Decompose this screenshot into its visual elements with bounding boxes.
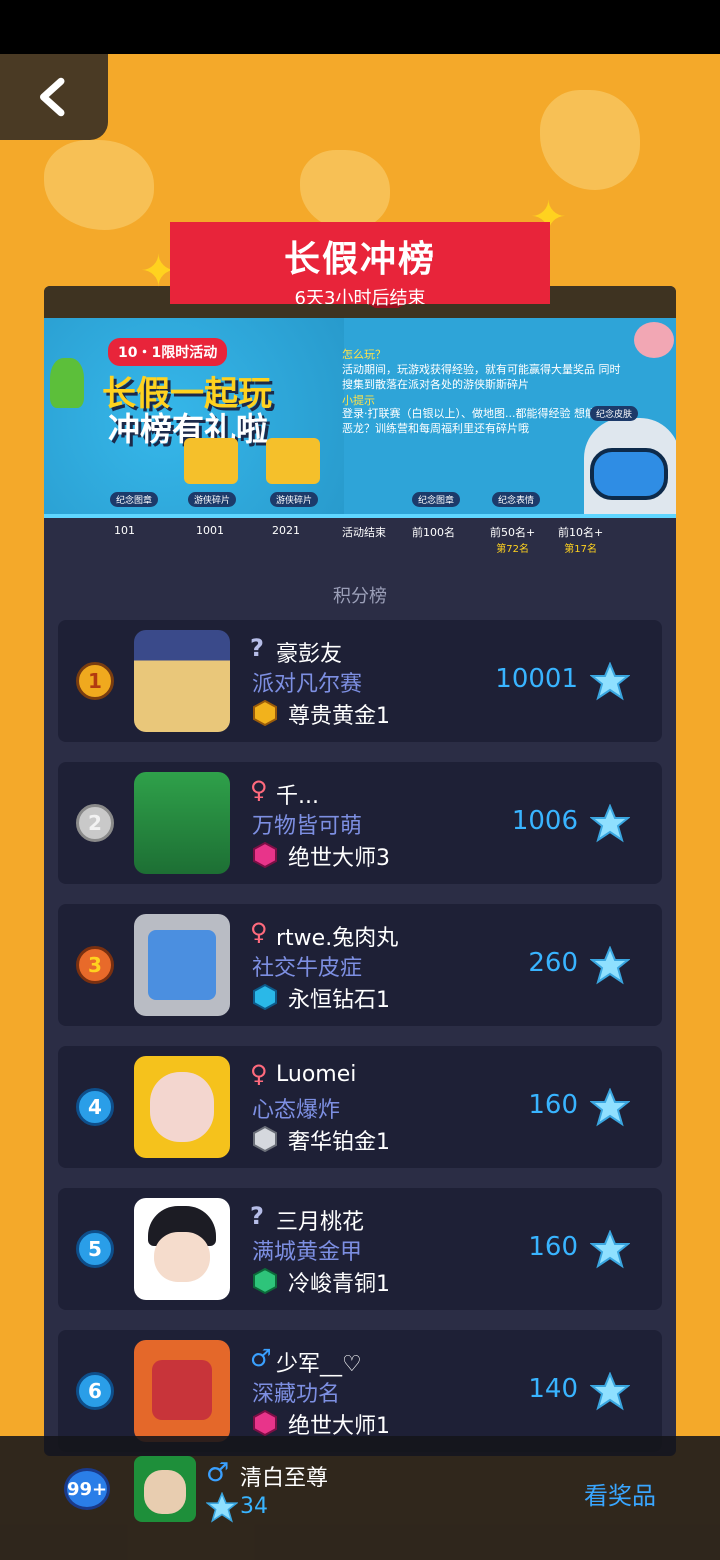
tier-label: 尊贵黄金1	[288, 704, 390, 729]
rank-badge: 4	[76, 1088, 114, 1126]
tier-label: 绝世大师3	[288, 846, 390, 871]
my-name: 清白至尊	[240, 1466, 329, 1491]
player-title: 心态爆炸	[252, 1098, 341, 1123]
event-title: 长假冲榜	[283, 239, 436, 280]
leaderboard-row[interactable]: 3 ♀ rtwe.兔肉丸 社交牛皮症 永恒钻石1 260	[58, 904, 662, 1026]
player-name: 豪彭友	[276, 642, 343, 667]
player-name: 三月桃花	[276, 1210, 365, 1235]
gold-tier-icon	[253, 700, 277, 726]
leaderboard-row[interactable]: 5 ? 三月桃花 满城黄金甲 冷峻青铜1 160	[58, 1188, 662, 1310]
tier-label: 奢华铂金1	[288, 1130, 390, 1155]
my-score: 34	[240, 1494, 268, 1519]
gender-unknown-icon: ?	[250, 1202, 264, 1230]
view-prizes-button[interactable]: 看奖品	[584, 1476, 656, 1511]
my-avatar[interactable]	[134, 1456, 196, 1522]
avatar[interactable]	[134, 1056, 230, 1158]
bg-bear-shape	[540, 90, 640, 190]
milestone: 1001	[196, 524, 224, 537]
how-to-play-title: 怎么玩？	[342, 348, 386, 361]
bg-bear-shape	[300, 150, 390, 230]
male-icon: ♂	[250, 1344, 272, 1372]
leaderboard-title: 积分榜	[333, 586, 387, 607]
avatar[interactable]	[134, 772, 230, 874]
player-name: 千...	[276, 784, 319, 809]
master-tier-icon	[253, 1410, 277, 1436]
gender-unknown-icon: ?	[250, 634, 264, 662]
score: 160	[528, 1232, 578, 1262]
milestone: 前10名+ 第17名	[558, 526, 604, 555]
score: 260	[528, 948, 578, 978]
player-name: rtwe.兔肉丸	[276, 926, 399, 951]
reward-label: 纪念表情	[492, 492, 541, 507]
rank-badge: 2	[76, 804, 114, 842]
avatar[interactable]	[134, 1340, 230, 1442]
leaderboard-row[interactable]: 6 ♂ 少军__♡ 深藏功名 绝世大师1 140	[58, 1330, 662, 1452]
milestone: 活动结束	[342, 526, 386, 539]
player-name: 少军__♡	[276, 1352, 362, 1377]
reward-label: 游侠碎片	[188, 492, 237, 507]
male-icon: ♂	[206, 1458, 230, 1488]
reward-label: 游侠碎片	[270, 492, 319, 507]
activity-tag: 10・1限时活动	[108, 338, 228, 366]
avatar[interactable]	[134, 1198, 230, 1300]
score: 1006	[511, 806, 578, 836]
tier-label: 冷峻青铜1	[288, 1272, 390, 1297]
status-bar	[0, 0, 720, 54]
female-icon: ♀	[250, 1060, 268, 1088]
ranger-shard-icon	[184, 438, 238, 484]
crystal-star-icon	[590, 662, 630, 701]
tier-label: 永恒钻石1	[288, 988, 390, 1013]
my-rank-badge: 99+	[64, 1468, 110, 1510]
rank-badge: 3	[76, 946, 114, 984]
score: 10001	[495, 664, 578, 694]
crystal-star-icon	[590, 1372, 630, 1411]
crystal-star-icon	[590, 1088, 630, 1127]
score: 160	[528, 1090, 578, 1120]
crystal-star-icon	[590, 946, 630, 985]
event-title-banner: 长假冲榜 6天3小时后结束	[170, 222, 550, 309]
robot-visor-icon	[590, 448, 668, 500]
avatar[interactable]	[134, 630, 230, 732]
milestone: 前50名+ 第72名	[490, 526, 536, 555]
reward-label: 纪念图章	[110, 492, 159, 507]
player-name: Luomei	[276, 1062, 357, 1087]
rank-badge: 6	[76, 1372, 114, 1410]
chevron-left-icon	[40, 77, 65, 117]
player-title: 派对凡尔赛	[252, 672, 363, 697]
back-button[interactable]	[0, 54, 108, 140]
reward-label: 纪念皮肤	[590, 406, 639, 421]
how-to-play-text: 活动期间，玩游戏获得经验，就有可能赢得大量奖品 同时搜集到散落在派对各处的游侠斯…	[342, 363, 621, 391]
milestone: 前100名	[412, 526, 455, 539]
player-title: 社交牛皮症	[252, 956, 363, 981]
player-title: 深藏功名	[252, 1382, 341, 1407]
crystal-star-icon	[206, 1492, 238, 1523]
platinum-tier-icon	[253, 1126, 277, 1152]
milestone: 2021	[272, 524, 300, 537]
bronze-tier-icon	[253, 1268, 277, 1294]
milestone: 101	[114, 524, 135, 537]
tip-text: 登录·打联赛（白银以上）、做地图...都能得经验 想解锁恶龙？训练营和每周福利里…	[342, 407, 607, 435]
rank-badge: 1	[76, 662, 114, 700]
player-title: 满城黄金甲	[252, 1240, 363, 1265]
avatar[interactable]	[134, 914, 230, 1016]
pig-character-icon	[634, 322, 674, 358]
female-icon: ♀	[250, 776, 268, 804]
leaderboard-row[interactable]: 1 ? 豪彭友 派对凡尔赛 尊贵黄金1 10001	[58, 620, 662, 742]
crystal-star-icon	[590, 1230, 630, 1269]
rank-badge: 5	[76, 1230, 114, 1268]
player-title: 万物皆可萌	[252, 814, 363, 839]
female-icon: ♀	[250, 918, 268, 946]
leaderboard-row[interactable]: 4 ♀ Luomei 心态爆炸 奢华铂金1 160	[58, 1046, 662, 1168]
event-banner: 10・1限时活动 长假一起玩 冲榜有礼啦 怎么玩？ 活动期间，玩游戏获得经验，就…	[44, 318, 676, 570]
leaderboard-row[interactable]: 2 ♀ 千... 万物皆可萌 绝世大师3 1006	[58, 762, 662, 884]
bg-bear-shape	[44, 140, 154, 230]
crystal-star-icon	[590, 804, 630, 843]
reward-label: 纪念图章	[412, 492, 461, 507]
dino-character-icon	[50, 358, 84, 408]
master-tier-icon	[253, 842, 277, 868]
diamond-tier-icon	[253, 984, 277, 1010]
score: 140	[528, 1374, 578, 1404]
ranger-shard-icon	[266, 438, 320, 484]
